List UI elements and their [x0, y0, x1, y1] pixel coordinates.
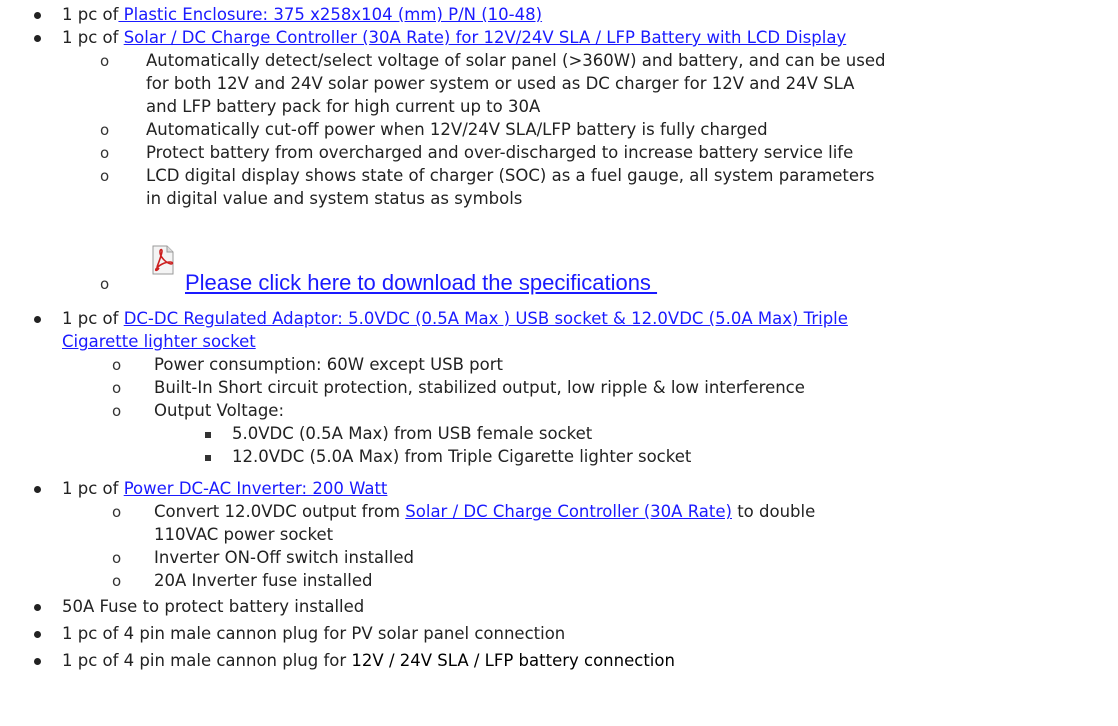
- square-bullet: [205, 455, 211, 461]
- list-item: 1 pc of 4 pin male cannon plug for PV so…: [62, 624, 566, 643]
- list-item: 1 pc of Solar / DC Charge Controller (30…: [62, 28, 846, 47]
- download-specifications-link[interactable]: Please click here to download the specif…: [185, 270, 657, 296]
- circle-bullet: o: [112, 379, 122, 397]
- sub-item-text: for both 12V and 24V solar power system …: [146, 74, 855, 93]
- circle-bullet: o: [112, 402, 122, 420]
- sub-item-text: Built-In Short circuit protection, stabi…: [154, 378, 805, 397]
- circle-bullet: o: [112, 356, 122, 374]
- sub-item-text: in digital value and system status as sy…: [146, 189, 523, 208]
- circle-bullet: o: [112, 503, 122, 521]
- bullet: [34, 316, 41, 323]
- bullet: [34, 35, 41, 42]
- pdf-icon[interactable]: [150, 245, 176, 275]
- sub-sub-item-text: 5.0VDC (0.5A Max) from USB female socket: [232, 424, 593, 443]
- dc-dc-adaptor-link[interactable]: DC-DC Regulated Adaptor: 5.0VDC (0.5A Ma…: [124, 309, 848, 328]
- sub-item-suffix: to double: [731, 502, 816, 521]
- circle-bullet: o: [112, 549, 122, 567]
- circle-bullet: o: [100, 144, 110, 162]
- power-inverter-link[interactable]: Power DC-AC Inverter: 200 Watt: [124, 479, 388, 498]
- sub-item-text: Power consumption: 60W except USB port: [154, 355, 504, 374]
- circle-bullet: o: [100, 167, 110, 185]
- sub-item-prefix: Convert 12.0VDC output from: [154, 502, 406, 521]
- bullet: [34, 631, 41, 638]
- sub-item-text: LCD digital display shows state of charg…: [146, 166, 875, 185]
- bullet: [34, 658, 41, 665]
- bullet: [34, 12, 41, 19]
- battery-connection-text: 12V / 24V SLA / LFP battery connection: [351, 651, 675, 670]
- sub-item-text: 20A Inverter fuse installed: [154, 571, 373, 590]
- sub-item-text: Automatically detect/select voltage of s…: [146, 51, 886, 70]
- item-prefix: 1 pc of: [62, 28, 124, 47]
- circle-bullet: o: [100, 121, 110, 139]
- bullet: [34, 604, 41, 611]
- circle-bullet: o: [112, 572, 122, 590]
- list-item: 50A Fuse to protect battery installed: [62, 597, 365, 616]
- sub-item-text: Inverter ON-Off switch installed: [154, 548, 414, 567]
- sub-item-text: Convert 12.0VDC output from Solar / DC C…: [154, 502, 815, 521]
- plastic-enclosure-link[interactable]: Plastic Enclosure: 375 x258x104 (mm) P/N…: [118, 5, 542, 24]
- charge-controller-link[interactable]: Solar / DC Charge Controller (30A Rate) …: [124, 28, 847, 47]
- dc-dc-adaptor-link-continued[interactable]: Cigarette lighter socket: [62, 332, 256, 351]
- circle-bullet: o: [100, 52, 110, 70]
- circle-bullet: o: [100, 275, 110, 293]
- sub-item-text: Protect battery from overcharged and ove…: [146, 143, 854, 162]
- product-contents-list: 1 pc of Plastic Enclosure: 375 x258x104 …: [0, 0, 1118, 726]
- sub-item-text: Automatically cut-off power when 12V/24V…: [146, 120, 768, 139]
- charge-controller-inline-link[interactable]: Solar / DC Charge Controller (30A Rate): [405, 502, 732, 521]
- sub-item-text: and LFP battery pack for high current up…: [146, 97, 541, 116]
- bullet: [34, 486, 41, 493]
- list-item: 1 pc of Plastic Enclosure: 375 x258x104 …: [62, 5, 542, 24]
- item-prefix: 1 pc of 4 pin male cannon plug for: [62, 651, 352, 670]
- list-item: 1 pc of Power DC-AC Inverter: 200 Watt: [62, 479, 387, 498]
- sub-item-text: Output Voltage:: [154, 401, 285, 420]
- item-prefix: 1 pc of: [62, 309, 124, 328]
- sub-item-text: 110VAC power socket: [154, 525, 334, 544]
- list-item: 1 pc of DC-DC Regulated Adaptor: 5.0VDC …: [62, 309, 848, 328]
- item-prefix: 1 pc of: [62, 479, 124, 498]
- item-prefix: 1 pc of: [62, 5, 119, 24]
- list-item-continued: Cigarette lighter socket: [62, 332, 256, 351]
- list-item: 1 pc of 4 pin male cannon plug for 12V /…: [62, 651, 675, 670]
- square-bullet: [205, 432, 211, 438]
- sub-sub-item-text: 12.0VDC (5.0A Max) from Triple Cigarette…: [232, 447, 692, 466]
